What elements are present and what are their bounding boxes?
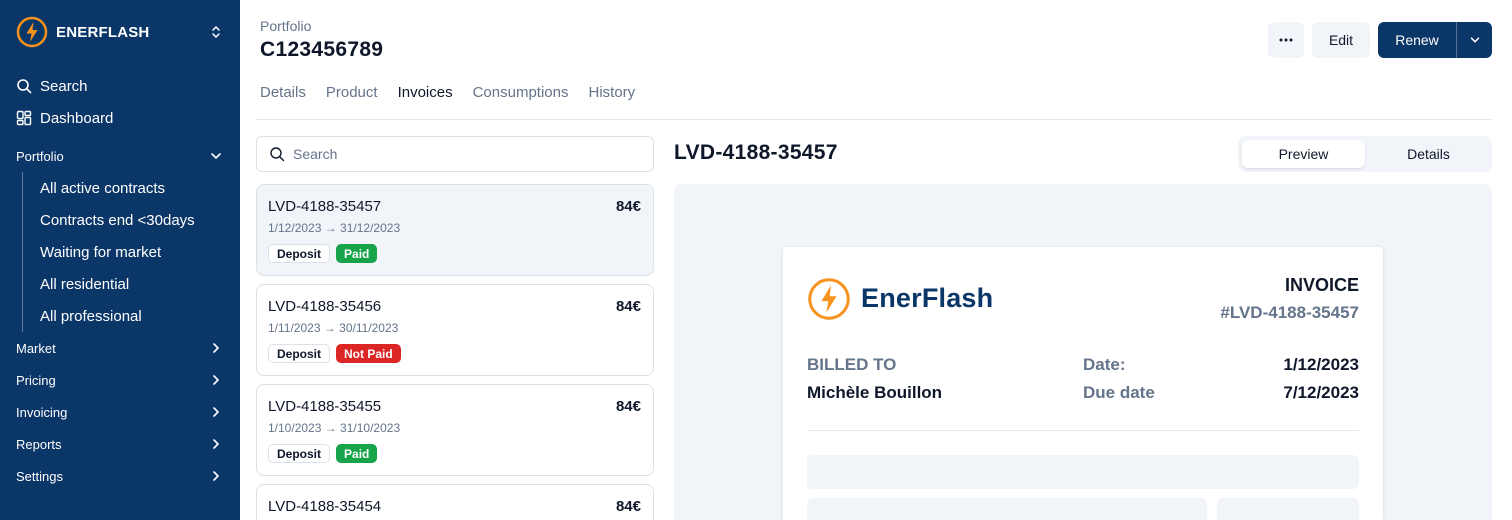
invoice-type-badge: Deposit [268, 444, 331, 463]
sidebar-section-portfolio[interactable]: Portfolio [16, 140, 224, 172]
workspace-switcher[interactable]: ENERFLASH [16, 16, 224, 48]
app-name: ENERFLASH [56, 23, 150, 41]
contract-tabs: Details Product Invoices Consumptions Hi… [260, 84, 655, 101]
sidebar-item-all-professional[interactable]: All professional [23, 300, 224, 332]
sidebar-section-label: Portfolio [16, 148, 64, 164]
document-reference: #LVD-4188-35457 [1220, 303, 1359, 322]
sidebar-section-label: Market [16, 340, 56, 356]
tab-invoices[interactable]: Invoices [398, 84, 453, 101]
page-title: C123456789 [260, 38, 384, 61]
line-item-placeholder [1217, 498, 1359, 520]
ellipsis-icon [1279, 38, 1293, 42]
billed-to-name: Michèle Bouillon [807, 383, 943, 402]
sidebar-section-reports[interactable]: Reports [16, 428, 224, 460]
invoice-period: 1/10/2023 → 31/10/2023 [268, 421, 401, 435]
invoice-period: 1/12/2023 → 31/12/2023 [268, 221, 401, 235]
dashboard-icon [16, 110, 32, 126]
status-badge: Paid [336, 244, 378, 263]
edit-button[interactable]: Edit [1312, 22, 1370, 58]
sidebar-section-invoicing[interactable]: Invoicing [16, 396, 224, 428]
invoice-search[interactable] [256, 136, 654, 172]
date-label: Date: [1083, 355, 1126, 374]
invoice-number: LVD-4188-35454 [268, 498, 382, 515]
chevron-right-icon [213, 375, 219, 385]
chevron-right-icon [213, 439, 219, 449]
sidebar: ENERFLASH Search Dashboard Portfolio All… [0, 0, 240, 520]
invoice-period: 1/11/2023 → 30/11/2023 [268, 321, 399, 335]
invoice-document: EnerFlash INVOICE #LVD-4188-35457 BILLED… [783, 247, 1383, 520]
invoice-search-input[interactable] [293, 146, 633, 162]
document-divider [807, 430, 1359, 431]
invoice-card[interactable]: LVD-4188-35455 84€ 1/10/2023 → 31/10/202… [256, 384, 654, 476]
renew-button[interactable]: Renew [1378, 22, 1456, 58]
document-title: INVOICE [1284, 275, 1359, 295]
tab-product[interactable]: Product [326, 84, 378, 101]
sidebar-item-all-active-contracts[interactable]: All active contracts [23, 172, 224, 204]
sidebar-section-settings[interactable]: Settings [16, 460, 224, 492]
tab-details[interactable]: Details [260, 84, 306, 101]
chevron-up-down-icon [212, 26, 220, 38]
invoice-number: LVD-4188-35455 [268, 398, 382, 415]
search-icon [17, 79, 32, 94]
details-tab[interactable]: Details [1369, 140, 1488, 168]
status-badge: Paid [336, 444, 378, 463]
invoice-card[interactable]: LVD-4188-35457 84€ 1/12/2023 → 31/12/202… [256, 184, 654, 276]
invoice-card[interactable]: LVD-4188-35456 84€ 1/11/2023 → 30/11/202… [256, 284, 654, 376]
chevron-right-icon [213, 343, 219, 353]
line-item-placeholder [807, 498, 1207, 520]
billed-to-label: BILLED TO [807, 355, 897, 374]
line-item-placeholder [807, 455, 1359, 489]
status-badge: Not Paid [336, 344, 401, 363]
sidebar-item-contracts-ending[interactable]: Contracts end <30days [23, 204, 224, 236]
invoice-amount: 84€ [615, 398, 641, 415]
preview-tab[interactable]: Preview [1242, 140, 1365, 168]
sidebar-section-pricing[interactable]: Pricing [16, 364, 224, 396]
sidebar-item-label: Search [40, 77, 88, 95]
due-date-label: Due date [1083, 383, 1155, 402]
more-actions-button[interactable] [1268, 22, 1304, 58]
invoice-type-badge: Deposit [268, 244, 331, 263]
sidebar-section-label: Settings [16, 468, 63, 484]
portfolio-submenu: All active contracts Contracts end <30da… [22, 172, 224, 332]
invoice-detail-title: LVD-4188-35457 [674, 141, 838, 164]
tab-history[interactable]: History [588, 84, 635, 101]
sidebar-section-label: Pricing [16, 372, 56, 388]
due-date-value: 7/12/2023 [1283, 383, 1359, 402]
invoice-amount: 84€ [615, 498, 641, 515]
invoice-amount: 84€ [615, 198, 641, 215]
chevron-right-icon [213, 471, 219, 481]
sidebar-item-label: Dashboard [40, 109, 114, 127]
invoice-amount: 84€ [615, 298, 641, 315]
invoice-number: LVD-4188-35456 [268, 298, 382, 315]
search-icon [270, 147, 285, 162]
chevron-right-icon [213, 407, 219, 417]
sidebar-item-dashboard[interactable]: Dashboard [16, 102, 224, 134]
chevron-down-icon [211, 153, 221, 159]
breadcrumb[interactable]: Portfolio [260, 18, 311, 34]
sidebar-section-label: Reports [16, 436, 62, 452]
document-brand: EnerFlash [861, 283, 994, 313]
chevron-down-icon [1470, 37, 1479, 43]
sidebar-item-all-residential[interactable]: All residential [23, 268, 224, 300]
date-value: 1/12/2023 [1283, 355, 1359, 374]
sidebar-item-waiting-for-market[interactable]: Waiting for market [23, 236, 224, 268]
bolt-logo-icon [808, 278, 850, 320]
view-toggle: Preview Details [1238, 136, 1492, 172]
sidebar-section-label: Invoicing [16, 404, 68, 420]
tab-consumptions[interactable]: Consumptions [473, 84, 569, 101]
renew-options-button[interactable] [1456, 22, 1492, 58]
invoice-number: LVD-4188-35457 [268, 198, 382, 215]
sidebar-item-search[interactable]: Search [16, 70, 224, 102]
sidebar-section-market[interactable]: Market [16, 332, 224, 364]
bolt-logo-icon [16, 16, 48, 48]
invoice-card[interactable]: LVD-4188-35454 84€ [256, 484, 654, 520]
invoice-type-badge: Deposit [268, 344, 331, 363]
tabs-divider [256, 119, 1492, 120]
